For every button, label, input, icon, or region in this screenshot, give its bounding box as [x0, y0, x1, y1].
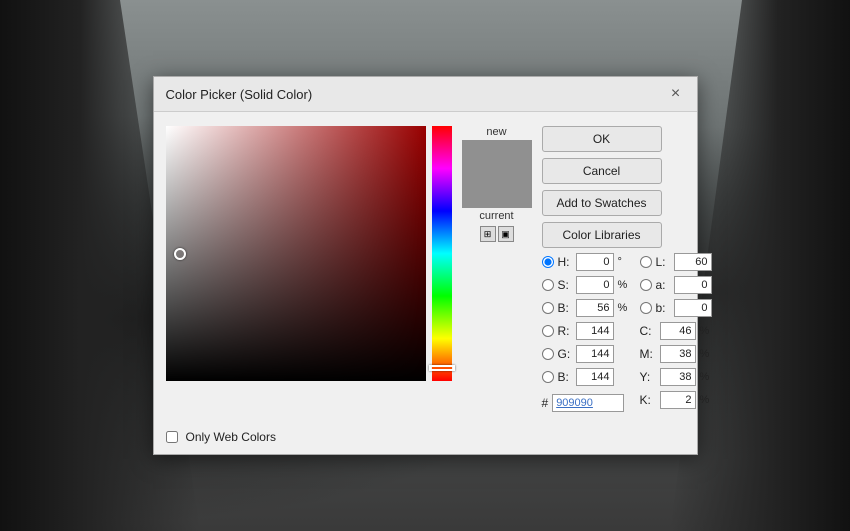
h-field-row: H: ° [542, 252, 632, 272]
lab-cmyk-col: L: a: b: [640, 252, 712, 412]
h-radio[interactable] [542, 256, 554, 268]
l-label: L: [656, 255, 670, 269]
b3-field-row: b: [640, 298, 712, 318]
dialog-bottom: Only Web Colors [154, 426, 697, 454]
g-input[interactable] [576, 345, 614, 363]
m-unit: % [700, 348, 710, 360]
y-input[interactable] [660, 368, 696, 386]
s-field-row: S: % [542, 275, 632, 295]
current-color-label: current [479, 210, 513, 222]
c-unit: % [700, 325, 710, 337]
hue-slider-wrap [432, 126, 452, 381]
s-radio[interactable] [542, 279, 554, 291]
s-input[interactable] [576, 276, 614, 294]
l-radio[interactable] [640, 256, 652, 268]
r-field-row: R: [542, 321, 632, 341]
button-panel: OK Cancel Add to Swatches Color Librarie… [542, 126, 712, 248]
b3-input[interactable] [674, 299, 712, 317]
m-input[interactable] [660, 345, 696, 363]
a-radio[interactable] [640, 279, 652, 291]
hsb-rgb-col: H: ° S: % B: [542, 252, 632, 412]
b-input[interactable] [576, 299, 614, 317]
web-colors-checkbox[interactable] [166, 431, 178, 443]
b-field-row: B: % [542, 298, 632, 318]
add-to-swatches-button[interactable]: Add to Swatches [542, 190, 662, 216]
s-unit: % [618, 279, 632, 291]
r-label: R: [558, 324, 572, 338]
color-preview-combined [462, 140, 532, 208]
c-label: C: [640, 324, 656, 338]
a-field-row: a: [640, 275, 712, 295]
l-input[interactable] [674, 253, 712, 271]
color-libraries-button[interactable]: Color Libraries [542, 222, 662, 248]
picker-gradient[interactable] [166, 126, 426, 381]
swatch-icon-2[interactable]: ▣ [498, 226, 514, 242]
cancel-button[interactable]: Cancel [542, 158, 662, 184]
y-label: Y: [640, 370, 656, 384]
picker-circle-handle [174, 248, 186, 260]
center-col: new current ⊞ ▣ [462, 126, 532, 412]
c-input[interactable] [660, 322, 696, 340]
b-unit: % [618, 302, 632, 314]
g-label: G: [558, 347, 572, 361]
color-picker-dialog: Color Picker (Solid Color) × new [153, 76, 698, 455]
h-unit: ° [618, 256, 632, 268]
right-col: OK Cancel Add to Swatches Color Librarie… [542, 126, 712, 412]
b-label: B: [558, 301, 572, 315]
k-unit: % [700, 394, 710, 406]
web-colors-label: Only Web Colors [186, 430, 276, 444]
b2-field-row: B: [542, 367, 632, 387]
swatch-icons-area: ⊞ ▣ [480, 226, 514, 242]
r-input[interactable] [576, 322, 614, 340]
r-radio[interactable] [542, 325, 554, 337]
g-field-row: G: [542, 344, 632, 364]
m-field-row: M: % [640, 344, 712, 364]
ok-button[interactable]: OK [542, 126, 662, 152]
dialog-titlebar: Color Picker (Solid Color) × [154, 77, 697, 112]
h-label: H: [558, 255, 572, 269]
color-picker-area[interactable] [166, 126, 426, 381]
color-preview-block: new current [462, 126, 532, 222]
b-radio[interactable] [542, 302, 554, 314]
y-field-row: Y: % [640, 367, 712, 387]
b3-label: b: [656, 301, 670, 315]
swatch-icon-1[interactable]: ⊞ [480, 226, 496, 242]
c-field-row: C: % [640, 321, 712, 341]
k-input[interactable] [660, 391, 696, 409]
dialog-body: new current ⊞ ▣ OK Cancel Add to Swatche… [154, 112, 697, 426]
h-input[interactable] [576, 253, 614, 271]
dialog-close-button[interactable]: × [667, 85, 685, 103]
m-label: M: [640, 347, 656, 361]
y-unit: % [700, 371, 710, 383]
hue-slider[interactable] [432, 126, 452, 381]
b3-radio[interactable] [640, 302, 652, 314]
new-color-box[interactable] [462, 140, 532, 174]
b2-input[interactable] [576, 368, 614, 386]
dialog-title: Color Picker (Solid Color) [166, 87, 313, 102]
b2-radio[interactable] [542, 371, 554, 383]
current-color-box[interactable] [462, 174, 532, 208]
g-radio[interactable] [542, 348, 554, 360]
a-input[interactable] [674, 276, 712, 294]
b2-label: B: [558, 370, 572, 384]
picker-left-col [166, 126, 452, 412]
new-color-label: new [486, 126, 506, 138]
hex-row: # [542, 394, 632, 412]
k-field-row: K: % [640, 390, 712, 410]
a-label: a: [656, 278, 670, 292]
s-label: S: [558, 278, 572, 292]
fields-main-row: H: ° S: % B: [542, 252, 712, 412]
hex-hash: # [542, 396, 549, 410]
k-label: K: [640, 393, 656, 407]
hex-input[interactable] [552, 394, 624, 412]
l-field-row: L: [640, 252, 712, 272]
